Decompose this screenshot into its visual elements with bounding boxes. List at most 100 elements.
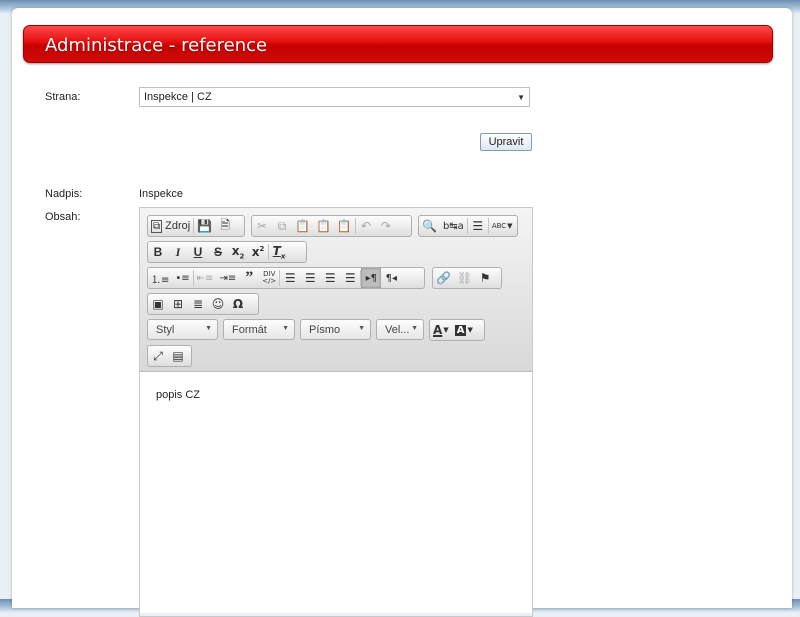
- save-icon: 💾: [197, 219, 213, 233]
- toolbar-group-insert: ▣ ⊞ ≣ ☺ Ω: [147, 293, 259, 315]
- paste-text-button[interactable]: 📋: [313, 216, 334, 236]
- special-char-button[interactable]: Ω: [228, 294, 248, 314]
- select-all-icon: ☰: [472, 219, 484, 233]
- spellcheck-button[interactable]: ABC ▼: [489, 216, 516, 236]
- new-page-button[interactable]: 🗎: [215, 216, 235, 236]
- horizontal-rule-icon: ≣: [192, 297, 204, 311]
- toolbar-group-colors: A ▼ A ▼: [429, 319, 485, 341]
- toolbar-group-editing: 🔍 b↹a ☰ ABC ▼: [418, 215, 518, 237]
- align-left-icon: ☰: [284, 271, 296, 285]
- font-combo[interactable]: Písmo ▼: [300, 319, 371, 340]
- maximize-button[interactable]: ⤢: [148, 346, 168, 366]
- background-color-icon: A: [454, 324, 467, 336]
- format-combo[interactable]: Formát ▼: [223, 319, 295, 340]
- table-icon: ⊞: [172, 297, 184, 311]
- header-banner: Administrace - reference: [23, 25, 773, 63]
- indent-icon: ⇥≡: [219, 272, 237, 284]
- align-center-icon: ☰: [304, 271, 316, 285]
- chevron-down-icon: ▼: [411, 325, 418, 332]
- paste-text-icon: 📋: [315, 219, 331, 233]
- editor-content-text: popis CZ: [156, 389, 201, 401]
- select-all-button[interactable]: ☰: [468, 216, 488, 236]
- numbered-list-button[interactable]: ⒈≡: [148, 268, 172, 288]
- anchor-button[interactable]: ⚑: [475, 268, 495, 288]
- italic-button[interactable]: I: [168, 242, 188, 262]
- format-combo-label: Formát: [232, 324, 267, 336]
- horizontal-rule-button[interactable]: ≣: [188, 294, 208, 314]
- redo-icon: ↷: [380, 219, 391, 233]
- toolbar-group-basic-styles: B I U S x2 x2 Tx: [147, 241, 307, 263]
- link-button[interactable]: 🔗: [433, 268, 454, 288]
- text-color-icon: A: [433, 323, 443, 337]
- chevron-down-icon: ▼: [282, 325, 289, 332]
- image-button[interactable]: ▣: [148, 294, 168, 314]
- italic-icon: I: [175, 244, 181, 259]
- undo-icon: ↶: [360, 219, 371, 233]
- align-justify-button[interactable]: ☰: [340, 268, 360, 288]
- nadpis-label: Nadpis:: [45, 188, 83, 200]
- underline-button[interactable]: U: [188, 242, 208, 262]
- bulleted-list-icon: •≡: [175, 272, 190, 284]
- remove-format-button[interactable]: Tx: [269, 242, 289, 262]
- search-icon: 🔍: [422, 219, 437, 233]
- paste-word-icon: 📋: [336, 219, 352, 233]
- subscript-icon: x2: [231, 243, 245, 261]
- show-blocks-button[interactable]: ▤: [168, 346, 188, 366]
- source-label: Zdroj: [165, 220, 191, 232]
- save-button[interactable]: 💾: [194, 216, 215, 236]
- flag-icon: ⚑: [479, 271, 491, 285]
- toolbar-group-tools: ⤢ ▤: [147, 345, 192, 367]
- bulleted-list-button[interactable]: •≡: [172, 268, 192, 288]
- align-center-button[interactable]: ☰: [300, 268, 320, 288]
- copy-button[interactable]: ⧉: [272, 216, 292, 236]
- underline-icon: U: [193, 245, 203, 259]
- source-icon: ⧉: [151, 219, 163, 233]
- toolbar-group-links: 🔗 ⛓ ⚑: [432, 267, 502, 289]
- indent-button[interactable]: ⇥≡: [216, 268, 239, 288]
- toolbar-group-clipboard: ✂ ⧉ 📋 📋 📋 ↶ ↷: [251, 215, 412, 237]
- align-right-button[interactable]: ☰: [320, 268, 340, 288]
- chevron-down-icon: ▼: [467, 326, 473, 334]
- obsah-label: Obsah:: [45, 211, 81, 223]
- smiley-button[interactable]: ☺: [208, 294, 228, 314]
- image-icon: ▣: [152, 297, 164, 311]
- chevron-down-icon: ▼: [443, 326, 449, 334]
- create-div-button[interactable]: DIV </>: [259, 268, 279, 288]
- bold-button[interactable]: B: [148, 242, 168, 262]
- toolbar-group-document: ⧉ Zdroj 💾 🗎: [147, 215, 245, 237]
- rich-text-editor: ⧉ Zdroj 💾 🗎 ✂ ⧉ 📋 📋 📋 ↶ ↷ 🔍 b↹a ☰ ABC ▼ …: [139, 207, 533, 617]
- find-button[interactable]: 🔍: [419, 216, 440, 236]
- cut-button[interactable]: ✂: [252, 216, 272, 236]
- paste-word-button[interactable]: 📋: [334, 216, 355, 236]
- strike-button[interactable]: S: [208, 242, 228, 262]
- text-direction-rtl-button[interactable]: ¶◂: [381, 268, 401, 288]
- bold-icon: B: [153, 245, 163, 259]
- page-title: Administrace - reference: [45, 35, 268, 56]
- nadpis-value: Inspekce: [139, 188, 184, 200]
- text-color-button[interactable]: A ▼: [430, 320, 452, 340]
- outdent-button[interactable]: ⇤≡: [194, 268, 217, 288]
- editor-toolbar: ⧉ Zdroj 💾 🗎 ✂ ⧉ 📋 📋 📋 ↶ ↷ 🔍 b↹a ☰ ABC ▼ …: [140, 208, 532, 372]
- superscript-button[interactable]: x2: [248, 242, 268, 262]
- replace-button[interactable]: b↹a: [440, 216, 467, 236]
- upravit-button[interactable]: Upravit: [480, 133, 532, 151]
- redo-button[interactable]: ↷: [376, 216, 396, 236]
- background-color-button[interactable]: A ▼: [452, 320, 476, 340]
- table-button[interactable]: ⊞: [168, 294, 188, 314]
- unlink-button[interactable]: ⛓: [454, 268, 475, 288]
- editor-content-area[interactable]: popis CZ: [140, 373, 532, 613]
- unlink-icon: ⛓: [456, 271, 473, 285]
- strana-select[interactable]: Inspekce | CZ ▼: [139, 87, 530, 107]
- chevron-down-icon: ▼: [205, 325, 212, 332]
- text-direction-ltr-button[interactable]: ▸¶: [361, 268, 382, 288]
- show-blocks-icon: ▤: [172, 349, 184, 363]
- size-combo[interactable]: Vel... ▼: [376, 319, 424, 340]
- align-left-button[interactable]: ☰: [280, 268, 300, 288]
- subscript-button[interactable]: x2: [228, 242, 248, 262]
- source-button[interactable]: ⧉ Zdroj: [148, 216, 193, 236]
- omega-icon: Ω: [232, 297, 244, 311]
- blockquote-button[interactable]: ”: [239, 268, 259, 288]
- style-combo[interactable]: Styl ▼: [147, 319, 218, 340]
- paste-button[interactable]: 📋: [292, 216, 313, 236]
- undo-button[interactable]: ↶: [356, 216, 376, 236]
